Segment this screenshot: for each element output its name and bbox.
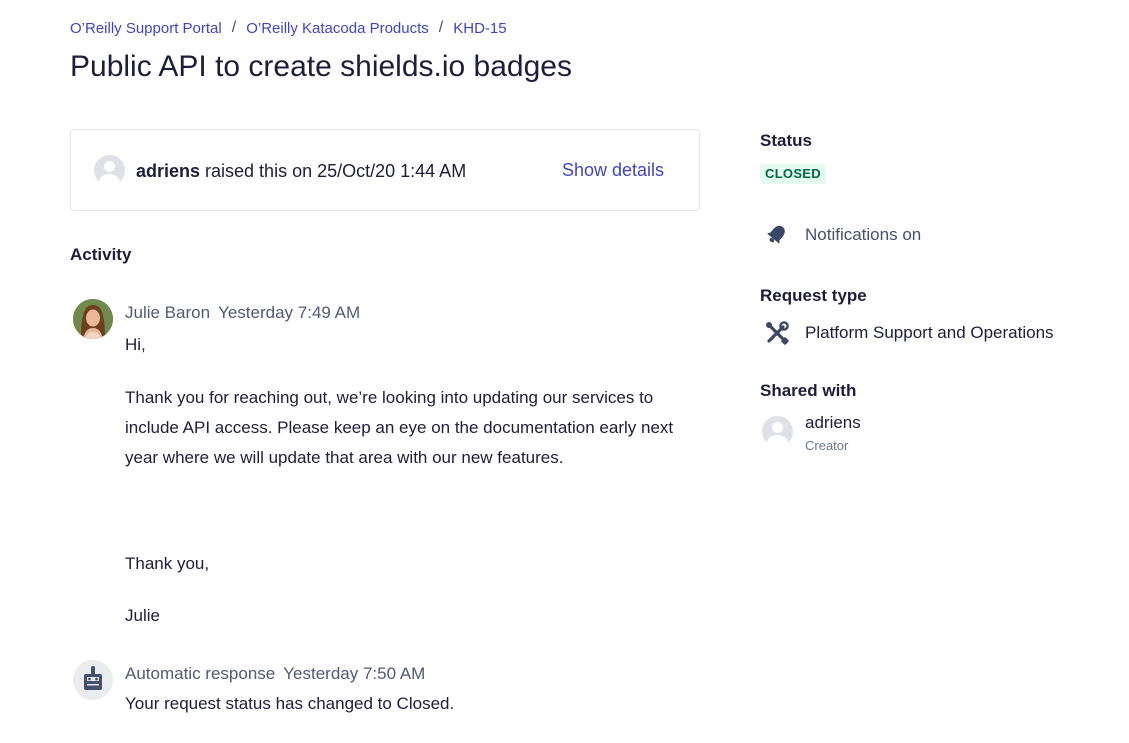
comment-header: Automatic response Yesterday 7:50 AM — [125, 664, 425, 684]
comment-header: Julie Baron Yesterday 7:49 AM — [125, 303, 360, 323]
show-details-link[interactable]: Show details — [562, 160, 664, 181]
request-summary-card: adriens raised this on 25/Oct/20 1:44 AM… — [70, 129, 700, 211]
comment-text: include API access. Please keep an eye o… — [125, 418, 674, 437]
breadcrumb-support-portal[interactable]: O’Reilly Support Portal — [70, 20, 222, 37]
request-page: O’Reilly Support Portal / O’Reilly Katac… — [0, 0, 1129, 743]
shared-user-role: Creator — [805, 438, 849, 453]
request-type-heading: Request type — [760, 286, 867, 305]
raised-on-text: raised this on 25/Oct/20 1:44 AM — [200, 161, 467, 181]
default-avatar-icon — [762, 416, 793, 447]
default-avatar-icon — [94, 155, 125, 186]
comment-text: Julie — [125, 606, 160, 625]
breadcrumb-separator: / — [438, 19, 444, 36]
status-heading: Status — [760, 131, 812, 150]
comment-text: Thank you for reaching out, we’re lookin… — [125, 388, 654, 407]
breadcrumb: O’Reilly Support Portal / O’Reilly Katac… — [70, 19, 507, 37]
notifications-toggle[interactable]: Notifications on — [805, 225, 921, 245]
comment-time: Yesterday 7:50 AM — [283, 664, 426, 683]
reporter-name: adriens — [136, 161, 201, 181]
comment-author[interactable]: Julie Baron — [125, 303, 210, 322]
breadcrumb-katacoda-products[interactable]: O’Reilly Katacoda Products — [246, 20, 429, 37]
page-title: Public API to create shields.io badges — [70, 50, 572, 83]
breadcrumb-separator: / — [231, 19, 237, 36]
activity-heading: Activity — [70, 245, 132, 264]
robot-icon — [73, 660, 113, 700]
breadcrumb-issue-key[interactable]: KHD-15 — [453, 20, 506, 37]
comment-text: Hi, — [125, 335, 146, 354]
comment-text: Thank you, — [125, 554, 210, 573]
tools-icon — [764, 320, 790, 346]
shared-user-name: adriens — [805, 413, 861, 432]
comment-author: Automatic response — [125, 664, 276, 683]
request-type-value: Platform Support and Operations — [805, 323, 1054, 342]
bell-icon[interactable] — [764, 221, 790, 247]
status-badge: CLOSED — [760, 164, 826, 184]
comment-text: year where we will update that area with… — [125, 448, 564, 467]
comment-text: Your request status has changed to Close… — [125, 694, 455, 713]
shared-with-heading: Shared with — [760, 381, 857, 400]
avatar — [73, 299, 113, 339]
raised-by-text: adriens raised this on 25/Oct/20 1:44 AM — [136, 161, 466, 182]
comment-time: Yesterday 7:49 AM — [218, 303, 361, 322]
